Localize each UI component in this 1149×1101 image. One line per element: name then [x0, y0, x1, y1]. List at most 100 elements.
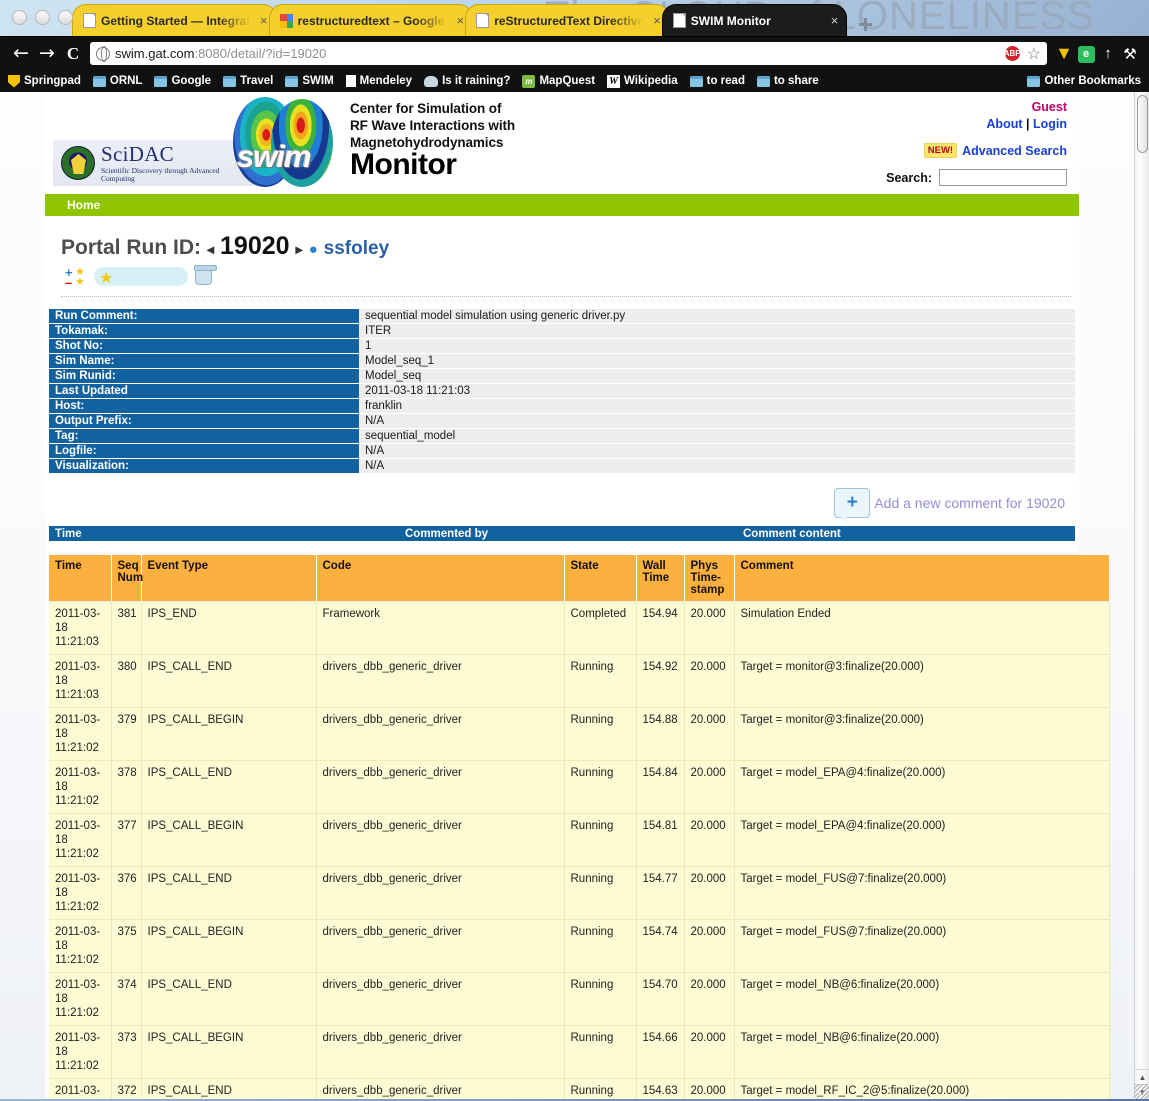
tag-pill[interactable]: ★	[94, 266, 188, 287]
folder-icon	[285, 75, 299, 87]
bookmark-label: to read	[706, 75, 745, 87]
scidac-tagline: Scientific Discovery through Advanced Co…	[101, 166, 220, 183]
bookmark-star-icon[interactable]: ☆	[1027, 44, 1041, 64]
event-code: drivers_dbb_generic_driver	[316, 1025, 565, 1079]
metadata-row: Tokamak: ITER	[49, 323, 1075, 339]
bookmark-springpad[interactable]: Springpad	[8, 74, 81, 88]
wrench-menu-icon[interactable]: ⚒	[1119, 45, 1141, 63]
event-phys-time: 20.000	[684, 919, 735, 973]
bookmark-wikipedia[interactable]: W Wikipedia	[607, 74, 678, 88]
bookmark-ornl[interactable]: ORNL	[92, 75, 142, 87]
back-button[interactable]: ←	[8, 44, 34, 63]
trash-icon[interactable]	[194, 265, 217, 285]
bookmark-is-it-raining[interactable]: Is it raining?	[424, 75, 510, 87]
events-col-wall-time[interactable]: Wall Time	[636, 555, 685, 602]
search-input[interactable]	[939, 169, 1067, 186]
about-link[interactable]: About	[986, 117, 1022, 131]
mapquest-icon: m	[522, 74, 536, 88]
forward-button[interactable]: →	[34, 44, 60, 63]
add-remove-tag-icon[interactable]: + ★ – ★	[65, 266, 87, 289]
page-icon	[83, 13, 96, 28]
url-host: swim.gat.com	[115, 46, 195, 61]
events-col-phys-time[interactable]: Phys Time-stamp	[684, 555, 735, 602]
nav-item-home[interactable]: Home	[67, 198, 100, 212]
event-comment: Target = model_NB@6:finalize(20.000)	[734, 972, 1110, 1026]
bookmark-to-read[interactable]: to read	[689, 75, 745, 87]
address-bar[interactable]: swim.gat.com:8080/detail/?id=19020 ABP ☆	[90, 42, 1047, 65]
event-time: 2011-03-18 11:21:02	[49, 919, 112, 973]
event-seq-num: 379	[111, 707, 142, 761]
page-canvas: SciDAC Scientific Discovery through Adva…	[0, 92, 1134, 1099]
event-time: 2011-03-18 11:21:02	[49, 760, 112, 814]
events-col-event-type[interactable]: Event Type	[141, 555, 317, 602]
doe-seal-icon	[61, 146, 95, 180]
metadata-row: Visualization: N/A	[49, 458, 1075, 474]
account-links: About | Login	[886, 117, 1067, 131]
advanced-search-link[interactable]: Advanced Search	[962, 144, 1067, 158]
scrollbar-thumb[interactable]	[1137, 95, 1148, 153]
scroll-up-arrow-icon[interactable]: ▲	[1135, 1069, 1149, 1084]
bookmark-travel[interactable]: Travel	[223, 75, 273, 87]
close-icon[interactable]: ×	[260, 13, 268, 28]
window-resize-handle[interactable]	[1134, 1084, 1149, 1099]
events-col-comment[interactable]: Comment	[734, 555, 1110, 602]
event-seq-num: 376	[111, 866, 142, 920]
close-icon[interactable]: ×	[457, 13, 465, 28]
event-state: Running	[564, 919, 637, 973]
metadata-row: Host: franklin	[49, 398, 1075, 414]
upload-icon[interactable]: ↑	[1097, 45, 1119, 62]
url-path: :8080/detail/?id=19020	[194, 46, 327, 61]
events-col-seq-num[interactable]: Seq Num	[111, 555, 143, 602]
metadata-value: ITER	[359, 323, 1075, 339]
event-time: 2011-03-18 11:21:02	[49, 707, 112, 761]
search-row: Search:	[886, 169, 1067, 186]
events-col-code[interactable]: Code	[316, 555, 565, 602]
zoom-window-button[interactable]	[58, 10, 73, 25]
page-scrollbar[interactable]: ▲ ▼	[1134, 92, 1149, 1099]
add-comment-link[interactable]: Add a new comment for 19020	[874, 495, 1065, 511]
prev-run-arrow-icon[interactable]: ◂	[207, 241, 214, 258]
event-state: Running	[564, 1025, 637, 1079]
metadata-row: Output Prefix: N/A	[49, 413, 1075, 429]
metadata-label: Visualization:	[49, 458, 359, 474]
metadata-row: Shot No: 1	[49, 338, 1075, 354]
adblock-icon[interactable]: ABP	[1003, 45, 1021, 62]
bookmark-swim[interactable]: SWIM	[285, 75, 334, 87]
springpad-icon	[8, 74, 20, 88]
event-time: 2011-03-18 11:21:03	[49, 654, 112, 708]
event-wall-time: 154.77	[636, 866, 685, 920]
browser-tab-3-active[interactable]: SWIM Monitor ×	[661, 4, 848, 36]
events-col-state[interactable]: State	[564, 555, 637, 602]
bookmark-mapquest[interactable]: m MapQuest	[522, 74, 595, 88]
event-type: IPS_CALL_BEGIN	[141, 707, 317, 761]
metadata-value: sequential model simulation using generi…	[359, 309, 1075, 324]
tab-title: Getting Started — Integrated	[101, 13, 251, 28]
events-col-time[interactable]: Time	[49, 555, 112, 602]
bookmark-mendeley[interactable]: Mendeley	[345, 75, 413, 87]
other-bookmarks-button[interactable]: Other Bookmarks	[1027, 75, 1141, 87]
metadata-label: Sim Runid:	[49, 368, 359, 384]
window-traffic-lights[interactable]	[12, 10, 73, 25]
bookmark-to-share[interactable]: to share	[756, 75, 819, 87]
browser-tab-0[interactable]: Getting Started — Integrated ×	[72, 4, 277, 36]
close-icon[interactable]: ×	[653, 13, 661, 28]
login-link[interactable]: Login	[1033, 117, 1067, 131]
add-comment-bubble-icon[interactable]: +	[834, 488, 871, 524]
next-run-arrow-icon[interactable]: ▸	[296, 241, 303, 258]
springpad-extension-icon[interactable]: ▼	[1053, 43, 1075, 64]
browser-tab-1[interactable]: restructuredtext – Google Se ×	[268, 4, 474, 36]
close-window-button[interactable]	[12, 10, 27, 25]
event-type: IPS_CALL_BEGIN	[141, 919, 317, 973]
evernote-extension-icon[interactable]: e	[1075, 44, 1097, 63]
bookmark-google[interactable]: Google	[154, 75, 211, 87]
event-state: Running	[564, 654, 637, 708]
close-icon[interactable]: ×	[831, 13, 839, 28]
bookmark-label: Mendeley	[359, 75, 413, 87]
run-id-label: Portal Run ID:	[61, 236, 201, 259]
bookmark-label: Other Bookmarks	[1044, 75, 1141, 87]
reload-button[interactable]: C	[60, 45, 86, 62]
event-phys-time: 20.000	[684, 1025, 735, 1079]
new-tab-button[interactable]	[853, 14, 879, 34]
minimize-window-button[interactable]	[35, 10, 50, 25]
browser-tab-2[interactable]: reStructuredText Directives ×	[465, 4, 670, 36]
